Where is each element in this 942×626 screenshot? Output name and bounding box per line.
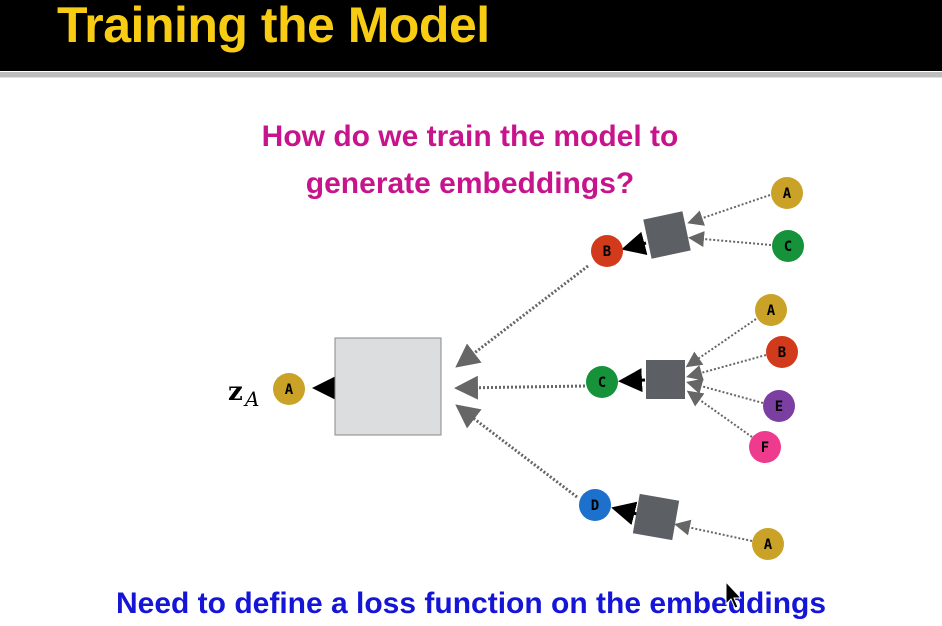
edge — [674, 519, 753, 542]
neighbor-node-c: C — [586, 366, 618, 398]
neighbor-node-b: B — [591, 235, 623, 267]
input-node-a: A — [771, 177, 803, 209]
aggregator-b — [643, 211, 691, 259]
output-subscript: A — [243, 387, 259, 411]
edge — [686, 354, 767, 381]
diagram: z A A B A C C A B E F D A — [228, 177, 804, 560]
edge — [686, 390, 753, 438]
input-node-e: E — [763, 390, 795, 422]
node-label: D — [591, 498, 599, 514]
node-label: A — [767, 303, 776, 319]
node-label: B — [603, 244, 611, 260]
arrow-agg-to-d — [611, 501, 638, 526]
input-node-c: C — [772, 230, 804, 262]
node-label: A — [285, 382, 294, 398]
edge — [685, 318, 757, 368]
edge — [688, 231, 772, 248]
node-label: F — [761, 440, 769, 456]
input-node-b: B — [766, 336, 798, 368]
edge-c-to-model — [454, 375, 586, 400]
target-node-a: A — [273, 373, 305, 405]
edge — [686, 378, 764, 404]
node-label: C — [598, 375, 606, 391]
edge — [687, 194, 771, 226]
aggregator-d — [632, 493, 680, 541]
node-label: E — [775, 399, 783, 415]
node-label: A — [764, 537, 773, 553]
output-label: z — [228, 377, 243, 407]
node-label: C — [784, 239, 792, 255]
neighbor-node-d: D — [579, 489, 611, 521]
edge-b-to-model — [455, 264, 589, 368]
aggregator-c — [646, 360, 685, 399]
arrow-agg-to-b — [621, 231, 648, 256]
loss-function-text: Need to define a loss function on the em… — [115, 587, 827, 620]
node-label: B — [778, 345, 786, 361]
edge-d-to-model — [455, 404, 578, 499]
node-label: A — [783, 186, 792, 202]
model-box — [334, 337, 442, 436]
input-node-a: A — [755, 294, 787, 326]
input-node-f: F — [749, 431, 781, 463]
input-node-a: A — [752, 528, 784, 560]
arrow-agg-to-c — [618, 368, 646, 393]
